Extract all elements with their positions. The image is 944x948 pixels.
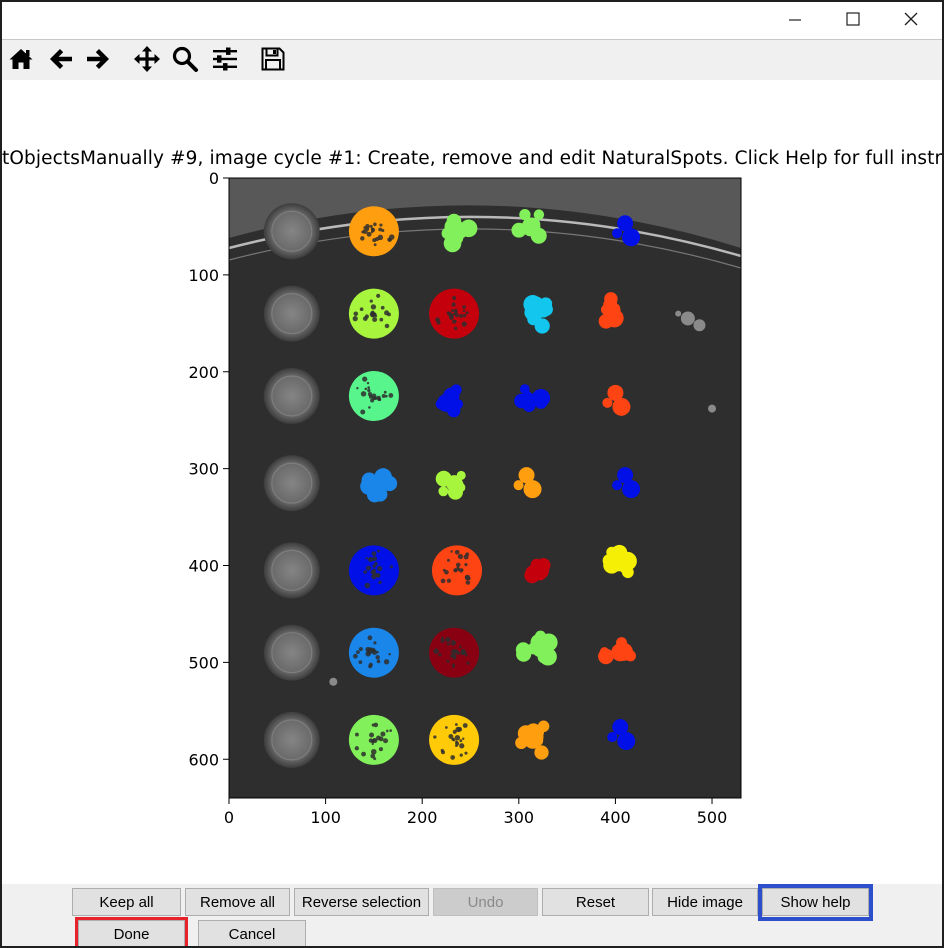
y-tick-label: 600 bbox=[188, 750, 219, 769]
app-window: tObjectsManually #9, image cycle #1: Cre… bbox=[0, 0, 944, 948]
segmented-spot[interactable] bbox=[429, 627, 480, 678]
remove-all-button[interactable]: Remove all bbox=[185, 888, 290, 916]
segmented-spot[interactable] bbox=[348, 627, 399, 678]
y-tick-label: 400 bbox=[188, 557, 219, 576]
faint-colony bbox=[675, 310, 682, 317]
x-tick-label: 200 bbox=[407, 808, 438, 827]
faint-colony bbox=[708, 404, 717, 413]
segmented-spot[interactable] bbox=[348, 370, 399, 421]
x-tick-label: 500 bbox=[697, 808, 728, 827]
segmented-spot[interactable] bbox=[348, 545, 399, 596]
x-tick-label: 400 bbox=[600, 808, 631, 827]
y-tick-label: 500 bbox=[188, 653, 219, 672]
reverse-selection-button[interactable]: Reverse selection bbox=[294, 888, 429, 916]
faint-colony bbox=[693, 319, 706, 332]
undo-button[interactable]: Undo bbox=[433, 888, 538, 916]
x-tick-label: 100 bbox=[310, 808, 341, 827]
segmented-spot[interactable] bbox=[429, 288, 480, 339]
plate-image bbox=[228, 178, 742, 798]
segmented-spot[interactable] bbox=[348, 206, 399, 257]
show-help-highlight bbox=[758, 884, 873, 921]
keep-all-button[interactable]: Keep all bbox=[72, 888, 181, 916]
segmented-spot[interactable] bbox=[431, 545, 482, 596]
segmented-spot[interactable] bbox=[348, 714, 399, 765]
y-tick-label: 200 bbox=[188, 363, 219, 382]
hide-image-button[interactable]: Hide image bbox=[652, 888, 758, 916]
segmented-spot[interactable] bbox=[348, 288, 399, 339]
faint-colony bbox=[680, 311, 695, 326]
segmented-spot[interactable] bbox=[429, 714, 480, 765]
x-tick-label: 300 bbox=[504, 808, 535, 827]
done-highlight bbox=[75, 917, 188, 946]
y-tick-label: 100 bbox=[188, 266, 219, 285]
x-tick-label: 0 bbox=[224, 808, 234, 827]
cancel-button[interactable]: Cancel bbox=[198, 920, 306, 946]
y-tick-label: 0 bbox=[209, 169, 219, 188]
image-plot[interactable]: 0 100 200 300 400 500 0 100 200 300 400 500 600 bbox=[2, 2, 944, 882]
y-tick-label: 300 bbox=[188, 460, 219, 479]
reset-button[interactable]: Reset bbox=[542, 888, 649, 916]
faint-colony bbox=[329, 677, 338, 686]
button-bar: Keep all Remove all Reverse selection Un… bbox=[2, 884, 942, 946]
